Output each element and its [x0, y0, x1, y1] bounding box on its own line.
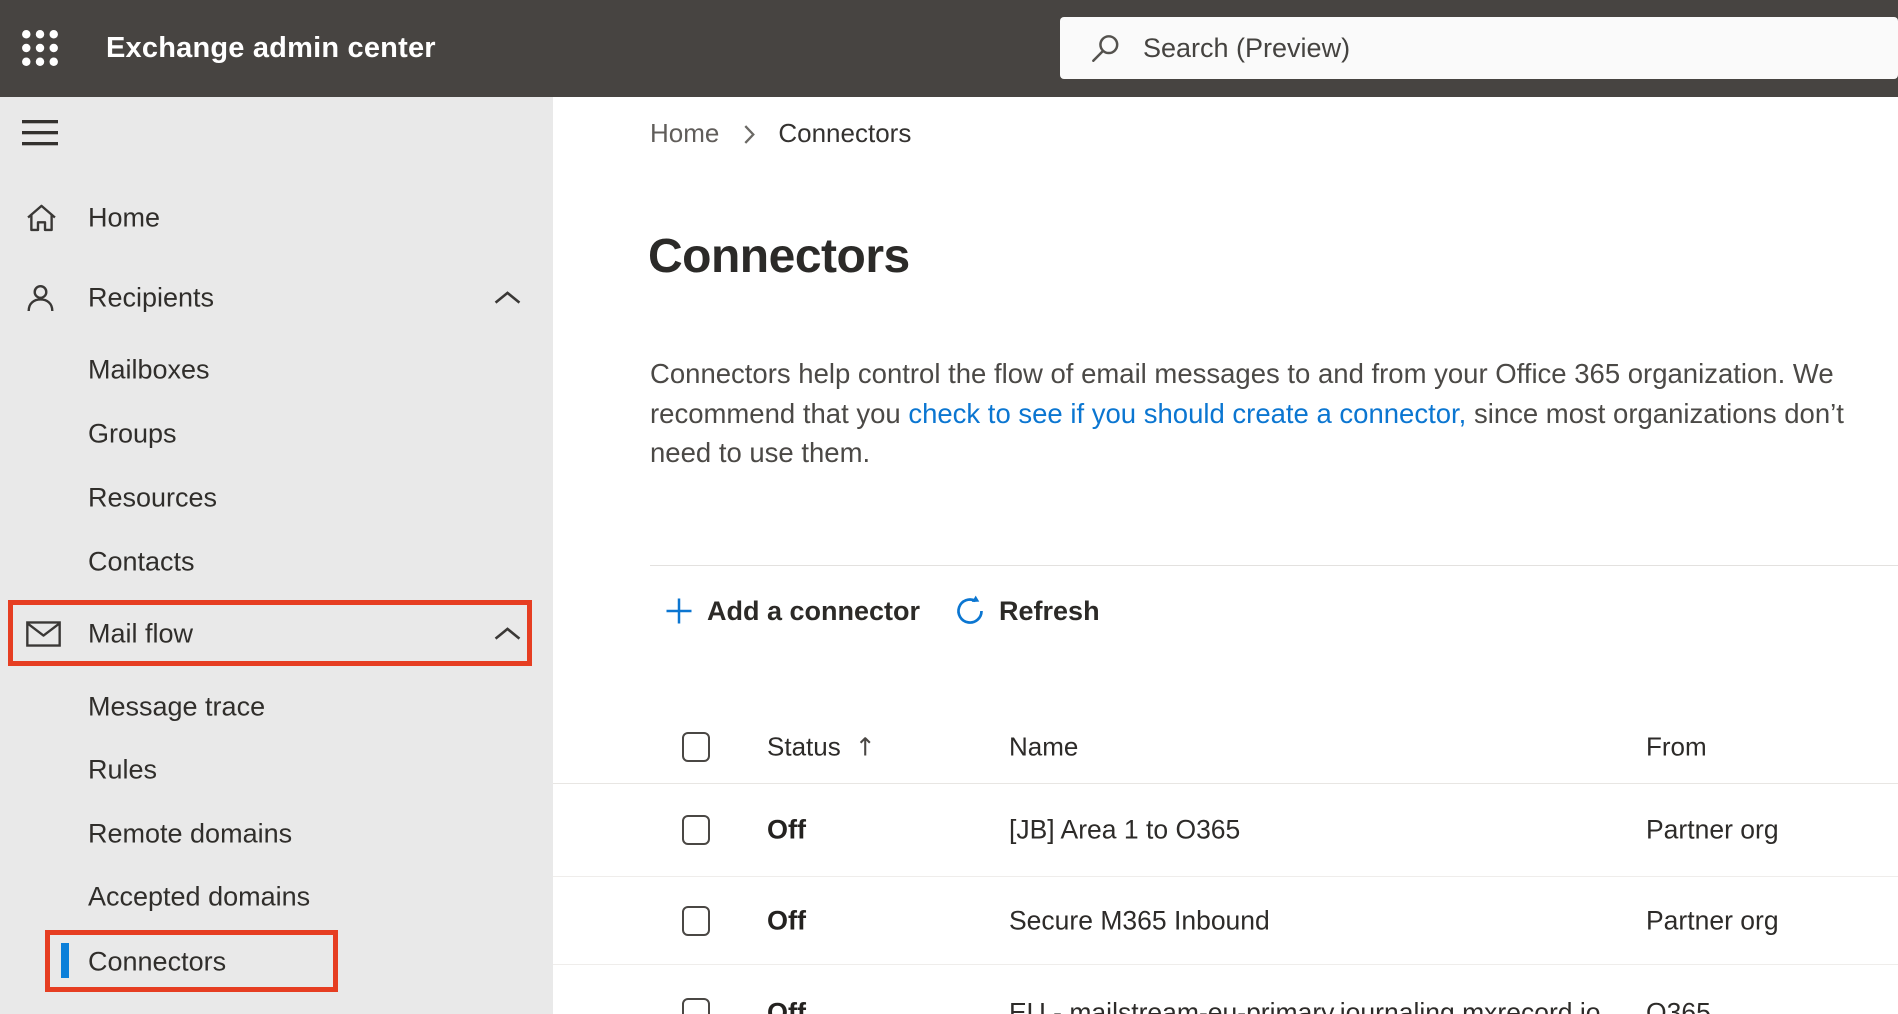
exchange-admin-center-window: Exchange admin center Ho — [0, 0, 1898, 1014]
main-content: Home Connectors Connectors Connectors he… — [553, 97, 1898, 1014]
sidebar-item-remote-domains[interactable]: Remote domains — [0, 802, 553, 866]
status-cell: Off — [767, 814, 806, 845]
sidebar-item-accepted-domains[interactable]: Accepted domains — [0, 865, 553, 929]
sidebar-item-contacts[interactable]: Contacts — [0, 530, 553, 594]
add-connector-button[interactable]: Add a connector — [664, 596, 920, 627]
name-cell: EU - mailstream-eu-primary.journaling.mx… — [1009, 997, 1601, 1014]
app-launcher-button[interactable] — [14, 22, 66, 74]
sidebar-item-resources[interactable]: Resources — [0, 466, 553, 530]
add-icon — [664, 596, 694, 626]
app-launcher-icon — [22, 30, 58, 66]
sidebar-item-connectors[interactable]: Connectors — [0, 930, 553, 994]
sort-ascending-icon: ↑ — [854, 732, 876, 761]
search-box[interactable] — [1060, 17, 1898, 79]
search-icon — [1092, 34, 1119, 62]
mail-icon — [26, 621, 61, 647]
refresh-button[interactable]: Refresh — [954, 595, 1100, 627]
column-header-status[interactable]: Status ↑ — [767, 731, 876, 762]
chevron-up-icon[interactable] — [494, 627, 521, 641]
name-cell: [JB] Area 1 to O365 — [1009, 814, 1241, 845]
home-icon — [26, 204, 57, 233]
sidebar-item-recipients[interactable]: Recipients — [0, 262, 553, 334]
table-row[interactable]: Off Secure M365 Inbound Partner org — [553, 877, 1898, 965]
sidebar-nav: Home Recipients Mailboxes Groups Resourc… — [0, 97, 553, 1014]
status-cell: Off — [767, 905, 806, 935]
select-all-checkbox[interactable] — [682, 731, 710, 762]
sidebar-item-mailboxes[interactable]: Mailboxes — [0, 338, 553, 402]
from-cell: Partner org — [1646, 814, 1779, 845]
table-row[interactable]: Off EU - mailstream-eu-primary.journalin… — [553, 965, 1898, 1014]
sidebar-item-rules[interactable]: Rules — [0, 738, 553, 802]
chevron-up-icon[interactable] — [494, 291, 521, 305]
from-cell: O365 — [1646, 997, 1711, 1014]
toolbar-top-divider — [650, 565, 1898, 566]
sidebar-item-mail-flow[interactable]: Mail flow — [0, 598, 553, 670]
refresh-icon — [954, 595, 986, 627]
breadcrumb-chevron-icon — [743, 124, 756, 145]
page-title: Connectors — [648, 230, 910, 283]
description-line-1: Connectors help control the flow of emai… — [650, 358, 1834, 389]
hamburger-menu-icon — [22, 120, 58, 146]
column-header-from[interactable]: From — [1646, 731, 1707, 762]
sidebar-item-home[interactable]: Home — [0, 182, 553, 254]
row-checkbox[interactable] — [682, 997, 710, 1014]
description-line-3: need to use them. — [650, 437, 871, 468]
from-cell: Partner org — [1646, 905, 1779, 935]
app-title: Exchange admin center — [106, 32, 436, 64]
breadcrumb-home-link[interactable]: Home — [650, 118, 719, 149]
name-cell: Secure M365 Inbound — [1009, 905, 1270, 935]
top-bar: Exchange admin center — [0, 0, 1898, 97]
description-line-2-after: since most organizations don’t — [1466, 397, 1844, 429]
table-row[interactable]: Off [JB] Area 1 to O365 Partner org — [553, 784, 1898, 877]
row-checkbox[interactable] — [682, 815, 710, 845]
person-icon — [26, 284, 55, 313]
selected-item-indicator — [61, 943, 69, 978]
sidebar-item-groups[interactable]: Groups — [0, 402, 553, 466]
page-description: Connectors help control the flow of emai… — [650, 354, 1880, 473]
create-connector-check-link[interactable]: check to see if you should create a conn… — [908, 398, 1466, 429]
search-input[interactable] — [1143, 32, 1823, 64]
hamburger-menu-button[interactable] — [22, 120, 62, 152]
column-header-name[interactable]: Name — [1009, 731, 1078, 762]
table-header-row: Status ↑ Name From — [553, 710, 1898, 784]
breadcrumb: Home Connectors — [650, 115, 911, 151]
sidebar-item-message-trace[interactable]: Message trace — [0, 675, 553, 739]
breadcrumb-current-page: Connectors — [778, 117, 912, 148]
status-cell: Off — [767, 997, 806, 1014]
command-bar: Add a connector Refresh — [664, 588, 1100, 634]
row-checkbox[interactable] — [682, 905, 710, 936]
description-line-2-before: recommend that you — [650, 397, 909, 429]
